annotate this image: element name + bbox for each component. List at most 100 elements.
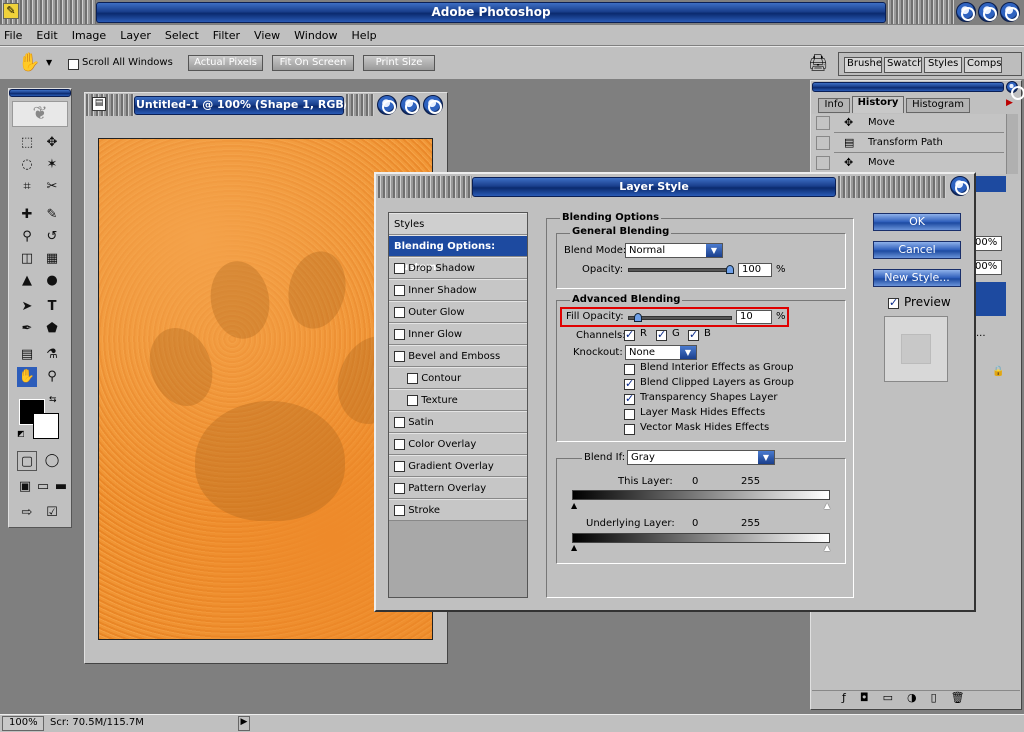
palette-well-styles-tab[interactable]: Styles bbox=[924, 57, 962, 73]
notes-tool-icon[interactable]: ▤ bbox=[17, 345, 37, 365]
satin-checkbox[interactable] bbox=[394, 416, 405, 428]
knockout-select[interactable]: None ▼ bbox=[625, 345, 697, 360]
style-outer-glow[interactable]: Outer Glow bbox=[389, 301, 527, 323]
ok-button[interactable]: OK bbox=[873, 213, 961, 231]
this-layer-white-stop[interactable]: ▲ bbox=[824, 501, 830, 510]
transparency-shapes-checkbox[interactable] bbox=[624, 392, 635, 405]
blend-interior-checkbox[interactable] bbox=[624, 362, 635, 375]
background-color-swatch[interactable] bbox=[33, 413, 59, 439]
slice-tool-icon[interactable]: ✂ bbox=[42, 177, 62, 197]
pattern-overlay-checkbox[interactable] bbox=[394, 482, 405, 494]
vector-mask-hides-checkbox[interactable] bbox=[624, 422, 635, 435]
channel-g-checkbox[interactable] bbox=[656, 328, 667, 341]
blend-clipped-checkbox[interactable] bbox=[624, 377, 635, 390]
palette-well-comps-tab[interactable]: Comps bbox=[964, 57, 1002, 73]
full-screen-menu-mode-icon[interactable]: ▭ bbox=[33, 477, 53, 497]
adjustment-layer-icon[interactable]: ◑ bbox=[907, 691, 931, 704]
cancel-button[interactable]: Cancel bbox=[873, 241, 961, 259]
bevel-emboss-checkbox[interactable] bbox=[394, 350, 405, 362]
gradient-tool-icon[interactable]: ▦ bbox=[42, 249, 62, 269]
tab-info[interactable]: Info bbox=[818, 98, 850, 113]
trash-icon[interactable]: 🗑 bbox=[951, 691, 979, 704]
scroll-all-windows-checkbox[interactable] bbox=[68, 57, 79, 70]
restore-icon[interactable] bbox=[978, 2, 998, 22]
hand-tool-selected-icon[interactable]: ✋ bbox=[17, 367, 37, 387]
eyedropper-tool-icon[interactable]: ⚗ bbox=[42, 345, 62, 365]
inner-glow-checkbox[interactable] bbox=[394, 328, 405, 340]
outer-glow-checkbox[interactable] bbox=[394, 306, 405, 318]
menu-file[interactable]: File bbox=[4, 29, 22, 42]
history-scrollbar[interactable] bbox=[1006, 114, 1018, 174]
tab-history[interactable]: History bbox=[852, 96, 904, 113]
edit-in-imageready-icon[interactable]: ☑ bbox=[42, 503, 62, 523]
document-maximize-icon[interactable] bbox=[400, 95, 420, 115]
tab-histogram[interactable]: Histogram bbox=[906, 98, 970, 113]
layer-mask-hides-checkbox[interactable] bbox=[624, 407, 635, 420]
path-selection-tool-icon[interactable]: ➤ bbox=[17, 297, 37, 317]
color-overlay-checkbox[interactable] bbox=[394, 438, 405, 450]
healing-brush-tool-icon[interactable]: ✚ bbox=[17, 205, 37, 225]
type-tool-icon[interactable]: T bbox=[42, 297, 62, 317]
standard-screen-mode-icon[interactable]: ▣ bbox=[15, 477, 35, 497]
menu-window[interactable]: Window bbox=[294, 29, 337, 42]
full-screen-mode-icon[interactable]: ▬ bbox=[51, 477, 71, 497]
blend-if-select[interactable]: Gray ▼ bbox=[627, 450, 775, 465]
layer-set-icon[interactable]: ▭ bbox=[883, 691, 907, 704]
file-browser-icon[interactable]: 🖨 bbox=[808, 53, 828, 72]
status-menu-arrow-icon[interactable]: ▶ bbox=[238, 716, 250, 731]
menu-help[interactable]: Help bbox=[352, 29, 377, 42]
history-item-move[interactable]: Move bbox=[834, 114, 1004, 133]
style-pattern-overlay[interactable]: Pattern Overlay bbox=[389, 477, 527, 499]
layer-style-icon[interactable]: ƒ bbox=[842, 691, 860, 704]
blend-mode-select[interactable]: Normal ▼ bbox=[625, 243, 723, 258]
brush-tool-icon[interactable]: ✎ bbox=[42, 205, 62, 225]
dialog-close-icon[interactable] bbox=[950, 176, 970, 196]
history-brush-tool-icon[interactable]: ↺ bbox=[42, 227, 62, 247]
menu-filter[interactable]: Filter bbox=[213, 29, 240, 42]
menu-layer[interactable]: Layer bbox=[120, 29, 151, 42]
fill-opacity-slider-thumb[interactable] bbox=[634, 313, 642, 322]
this-layer-gradient-slider[interactable] bbox=[572, 490, 830, 500]
history-item-move-2[interactable]: Move bbox=[834, 154, 1004, 173]
opacity-input[interactable]: 100 bbox=[738, 263, 772, 277]
tool-preset-dropdown-icon[interactable]: ▼ bbox=[46, 58, 52, 67]
style-bevel-emboss[interactable]: Bevel and Emboss bbox=[389, 345, 527, 367]
menu-edit[interactable]: Edit bbox=[36, 29, 57, 42]
history-menu-icon[interactable]: ▶ bbox=[1006, 98, 1018, 112]
style-drop-shadow[interactable]: Drop Shadow bbox=[389, 257, 527, 279]
jump-to-imageready-icon[interactable]: ⇨ bbox=[17, 503, 37, 523]
styles-header[interactable]: Styles bbox=[389, 213, 527, 235]
quick-mask-mode-icon[interactable]: ◯ bbox=[42, 451, 62, 471]
crop-tool-icon[interactable]: ⌗ bbox=[17, 177, 37, 197]
dodge-tool-icon[interactable]: ● bbox=[42, 271, 62, 291]
menu-view[interactable]: View bbox=[254, 29, 280, 42]
marquee-tool-icon[interactable]: ⬚ bbox=[17, 133, 37, 153]
menu-image[interactable]: Image bbox=[72, 29, 106, 42]
standard-mode-icon[interactable]: ▢ bbox=[17, 451, 37, 471]
move-tool-icon[interactable]: ✥ bbox=[42, 133, 62, 153]
stroke-checkbox[interactable] bbox=[394, 504, 405, 516]
style-stroke[interactable]: Stroke bbox=[389, 499, 527, 521]
inner-shadow-checkbox[interactable] bbox=[394, 284, 405, 296]
palette-well-brushes-tab[interactable]: Brushes bbox=[844, 57, 882, 73]
palette-well-swatches-tab[interactable]: Swatches bbox=[884, 57, 922, 73]
channel-r-checkbox[interactable] bbox=[624, 328, 635, 341]
clone-stamp-tool-icon[interactable]: ⚲ bbox=[17, 227, 37, 247]
style-gradient-overlay[interactable]: Gradient Overlay bbox=[389, 455, 527, 477]
hand-tool-icon[interactable]: ✋ bbox=[18, 52, 40, 73]
style-texture[interactable]: Texture bbox=[389, 389, 527, 411]
style-satin[interactable]: Satin bbox=[389, 411, 527, 433]
style-inner-shadow[interactable]: Inner Shadow bbox=[389, 279, 527, 301]
zoom-tool-icon[interactable]: ⚲ bbox=[42, 367, 62, 387]
underlying-white-stop[interactable]: ▲ bbox=[824, 543, 830, 552]
style-color-overlay[interactable]: Color Overlay bbox=[389, 433, 527, 455]
shape-tool-icon[interactable]: ⬟ bbox=[42, 319, 62, 339]
style-inner-glow[interactable]: Inner Glow bbox=[389, 323, 527, 345]
close-icon[interactable] bbox=[1000, 2, 1020, 22]
default-colors-icon[interactable]: ◩ bbox=[17, 429, 25, 438]
gradient-overlay-checkbox[interactable] bbox=[394, 460, 405, 472]
eraser-tool-icon[interactable]: ◫ bbox=[17, 249, 37, 269]
menu-select[interactable]: Select bbox=[165, 29, 199, 42]
this-layer-black-stop[interactable]: ▲ bbox=[571, 501, 577, 510]
new-style-button[interactable]: New Style... bbox=[873, 269, 961, 287]
